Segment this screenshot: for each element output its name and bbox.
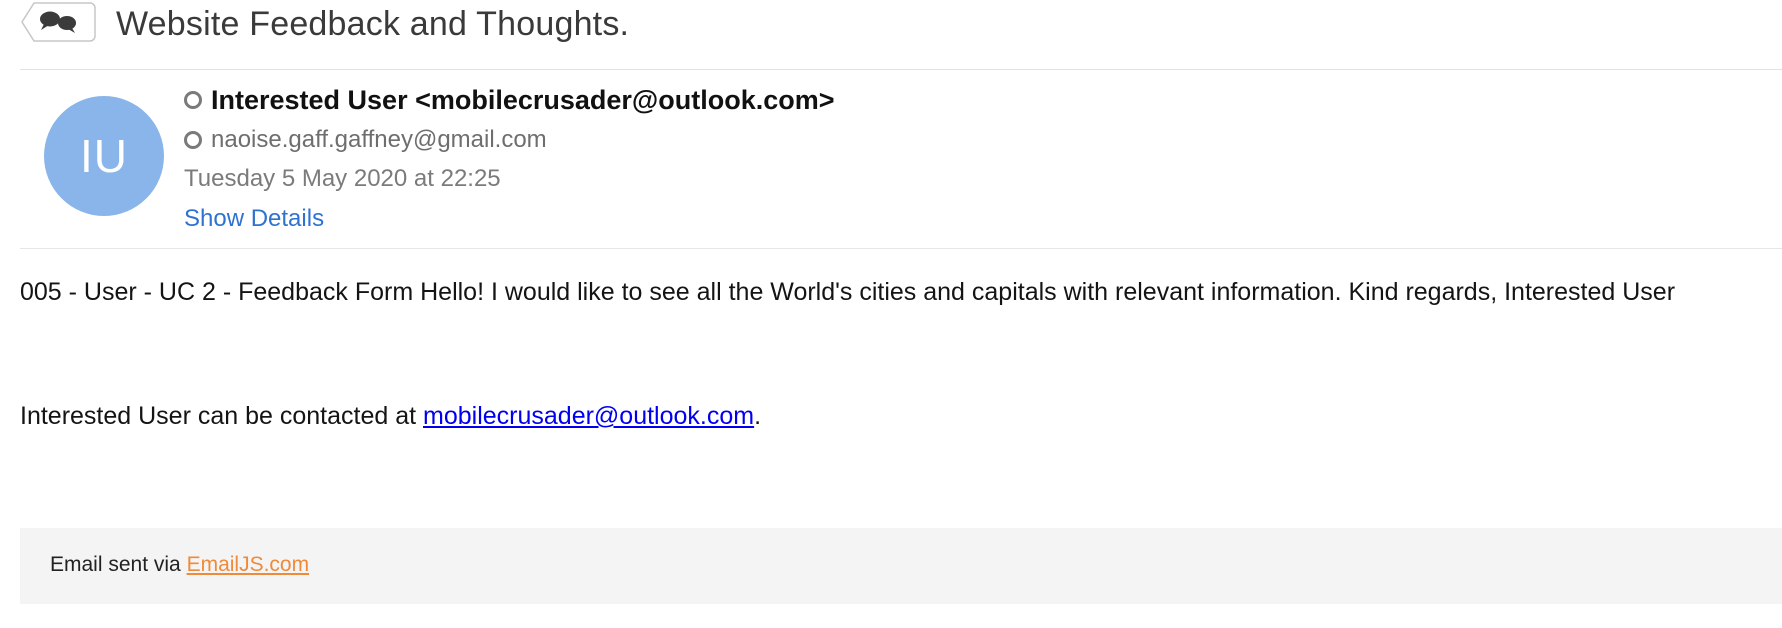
show-details-link[interactable]: Show Details <box>184 202 835 236</box>
contact-line: Interested User can be contacted at mobi… <box>20 402 761 431</box>
contact-prefix: Interested User can be contacted at <box>20 402 424 430</box>
sent-date: Tuesday 5 May 2020 at 22:25 <box>184 165 501 192</box>
message-body: 005 - User - UC 2 - Feedback Form Hello!… <box>20 278 1676 306</box>
contact-suffix: . <box>754 402 762 430</box>
email-subject: Website Feedback and Thoughts. <box>116 4 630 43</box>
footer-text: Email sent via EmailJS.com <box>50 553 309 577</box>
conversation-bubbles-icon[interactable] <box>20 1 96 43</box>
to-address[interactable]: naoise.gaff.gaffney@gmail.com <box>211 126 547 154</box>
email-footer: Email sent via EmailJS.com <box>20 528 1782 604</box>
avatar: IU <box>44 96 164 216</box>
presence-circle-icon <box>184 131 202 149</box>
footer-prefix: Email sent via <box>50 553 187 576</box>
presence-circle-icon <box>184 91 202 109</box>
from-address[interactable]: Interested User <mobilecrusader@outlook.… <box>211 85 835 116</box>
contact-email-link[interactable]: mobilecrusader@outlook.com <box>423 402 754 430</box>
subject-header: Website Feedback and Thoughts. <box>20 0 629 48</box>
to-line: naoise.gaff.gaffney@gmail.com <box>184 122 835 158</box>
email-viewer: Website Feedback and Thoughts. IU Intere… <box>0 0 1782 628</box>
sender-info: Interested User <mobilecrusader@outlook.… <box>184 82 835 236</box>
header-divider <box>20 69 1782 70</box>
emailjs-link[interactable]: EmailJS.com <box>187 553 310 576</box>
body-divider <box>20 248 1782 249</box>
from-line: Interested User <mobilecrusader@outlook.… <box>184 82 835 118</box>
